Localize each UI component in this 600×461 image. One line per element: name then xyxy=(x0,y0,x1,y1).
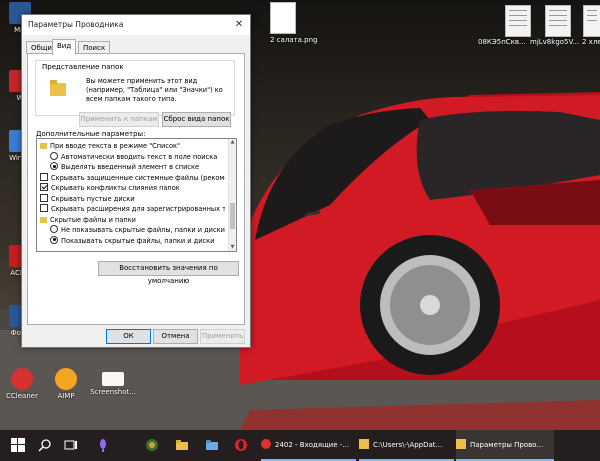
taskbar-app-yandex-mail[interactable]: 2402 - Входящие -... xyxy=(261,430,356,461)
dialog-title: Параметры Проводника xyxy=(28,20,124,29)
yandex-icon xyxy=(261,439,271,449)
advanced-setting-item[interactable]: Скрывать защищенные системные файлы (рек… xyxy=(40,172,225,183)
scrollbar-thumb[interactable] xyxy=(230,203,235,229)
taskbar-app-explorer-path[interactable]: C:\Users\-\AppDat... xyxy=(359,430,454,461)
folder-icon[interactable] xyxy=(205,438,219,452)
advanced-setting-item[interactable]: При вводе текста в режиме "Список" xyxy=(40,141,225,151)
checkbox[interactable] xyxy=(40,193,48,202)
opera-icon[interactable] xyxy=(234,438,248,452)
advanced-settings-list[interactable]: При вводе текста в режиме "Список" Автома… xyxy=(36,138,237,252)
ccleaner-icon xyxy=(11,368,33,390)
checkbox[interactable] xyxy=(40,204,48,212)
tab-panel: Представление папок Вы можете применить … xyxy=(27,53,245,325)
checkbox[interactable] xyxy=(40,183,48,191)
title-bar[interactable]: Параметры Проводника ✕ xyxy=(22,15,250,35)
radio-button[interactable] xyxy=(50,225,58,233)
folder-views-group: Представление папок Вы можете применить … xyxy=(35,60,235,116)
advanced-setting-label: Скрытые файлы и папки xyxy=(50,215,136,224)
scroll-down-icon[interactable]: ▼ xyxy=(229,244,236,251)
advanced-setting-label: Скрывать пустые диски xyxy=(51,194,135,203)
aimp-icon xyxy=(55,368,77,390)
restore-defaults-button[interactable]: Восстановить значения по умолчанию xyxy=(98,261,239,285)
apply-to-folders-button[interactable]: Применить к папкам xyxy=(79,112,159,127)
folder-icon xyxy=(456,439,466,449)
advanced-setting-item[interactable]: Не показывать скрытые файлы, папки и дис… xyxy=(50,225,225,235)
advanced-setting-item[interactable]: Автоматически вводить текст в поле поиск… xyxy=(50,151,225,162)
taskbar-app-folder-options[interactable]: Параметры Прово... xyxy=(456,430,554,461)
task-view-icon[interactable] xyxy=(64,438,78,452)
advanced-setting-item[interactable]: Скрывать расширения для зарегистрированн… xyxy=(40,204,225,214)
advanced-setting-label: Автоматически вводить текст в поле поиск… xyxy=(61,152,218,161)
image-file-icon xyxy=(102,372,124,386)
advanced-settings-label: Дополнительные параметры: xyxy=(36,130,146,138)
app-icon[interactable] xyxy=(145,438,159,452)
advanced-setting-label: Скрывать конфликты слияния папок xyxy=(51,184,180,192)
checkbox[interactable] xyxy=(40,172,48,181)
file-label[interactable]: mjLv8kgo5V... xyxy=(530,38,579,46)
file-label[interactable]: 2 хлеб... xyxy=(582,38,600,46)
taskbar: 2402 - Входящие -... C:\Users\-\AppDat..… xyxy=(0,430,600,461)
advanced-setting-label: Скрывать защищенные системные файлы (рек… xyxy=(51,173,225,182)
windows-start-icon[interactable] xyxy=(11,438,25,452)
advanced-setting-label: Показывать скрытые файлы, папки и диски xyxy=(61,236,215,245)
desktop-icon-screenshot[interactable]: Screenshot... xyxy=(88,372,138,396)
advanced-setting-item[interactable]: Скрывать пустые диски xyxy=(40,193,225,204)
file-label[interactable]: 08КЭ5пСкв... xyxy=(478,38,526,46)
folder-icon xyxy=(359,439,369,449)
scrollbar[interactable]: ▲ ▼ xyxy=(228,139,236,251)
close-icon[interactable]: ✕ xyxy=(228,15,250,35)
document-thumbnail[interactable] xyxy=(583,5,600,37)
document-thumbnail[interactable] xyxy=(505,5,531,37)
advanced-setting-item[interactable]: Скрытые файлы и папки xyxy=(40,215,225,225)
advanced-setting-item[interactable]: Скрывать конфликты слияния папок xyxy=(40,183,225,193)
radio-button[interactable] xyxy=(50,151,58,160)
ok-button[interactable]: ОК xyxy=(106,329,151,344)
folder-options-dialog: Параметры Проводника ✕ Общие Вид Поиск П… xyxy=(21,14,251,348)
advanced-setting-item[interactable]: Показывать скрытые файлы, папки и диски xyxy=(50,235,225,246)
folder-icon xyxy=(40,143,47,149)
group-title: Представление папок xyxy=(42,63,124,71)
tab-view[interactable]: Вид xyxy=(52,39,77,55)
scroll-up-icon[interactable]: ▲ xyxy=(229,139,236,146)
search-icon[interactable] xyxy=(38,438,52,452)
advanced-setting-label: При вводе текста в режиме "Список" xyxy=(50,142,181,150)
desktop-icon-aimp[interactable]: AIMP xyxy=(46,368,86,400)
advanced-setting-label: Не показывать скрытые файлы, папки и дис… xyxy=(61,226,225,234)
desktop-icon-ccleaner[interactable]: CCleaner xyxy=(2,368,42,400)
advanced-setting-item[interactable]: Выделять введенный элемент в списке xyxy=(50,162,225,172)
apply-button[interactable]: Применить xyxy=(200,329,245,344)
reset-folders-button[interactable]: Сброс вида папок xyxy=(162,112,231,127)
folder-icon xyxy=(40,216,47,223)
file-label[interactable]: 2 салата.png xyxy=(270,36,318,44)
radio-button[interactable] xyxy=(50,235,58,244)
advanced-setting-label: Выделять введенный элемент в списке xyxy=(61,163,200,171)
radio-button[interactable] xyxy=(50,162,58,170)
advanced-setting-label: Скрывать расширения для зарегистрированн… xyxy=(51,205,225,213)
cancel-button[interactable]: Отмена xyxy=(153,329,198,344)
file-explorer-icon[interactable] xyxy=(175,438,189,452)
file-thumbnail[interactable] xyxy=(270,2,296,34)
folder-icon xyxy=(50,80,66,96)
document-thumbnail[interactable] xyxy=(545,5,571,37)
voice-assistant-icon[interactable] xyxy=(96,438,110,452)
group-description: Вы можете применить этот вид (например, … xyxy=(86,77,223,103)
